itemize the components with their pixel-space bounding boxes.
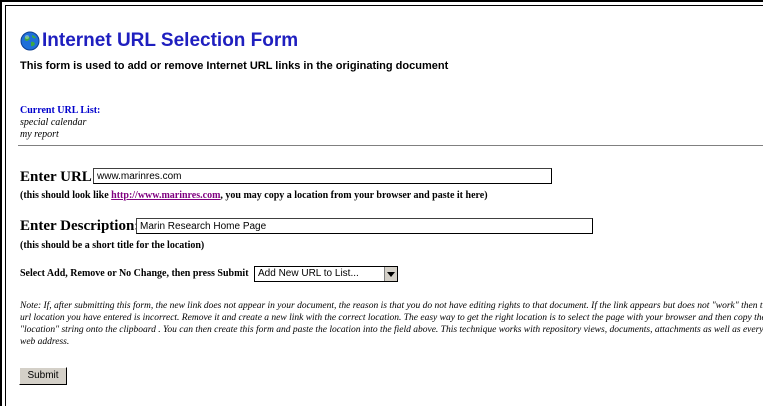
url-input[interactable]: www.marinres.com — [93, 168, 552, 184]
description-label: Enter Description: — [20, 218, 140, 234]
divider — [18, 145, 763, 146]
globe-icon — [20, 31, 40, 51]
url-hint: (this should look like http://www.marinr… — [20, 190, 488, 201]
example-url-link[interactable]: http://www.marinres.com — [111, 190, 220, 201]
description-input[interactable]: Marin Research Home Page — [136, 218, 593, 234]
current-url-item: my report — [20, 129, 59, 140]
action-label: Select Add, Remove or No Change, then pr… — [20, 268, 249, 279]
action-select[interactable]: Add New URL to List... — [254, 266, 398, 282]
description-hint: (this should be a short title for the lo… — [20, 240, 205, 251]
current-url-item: special calendar — [20, 117, 87, 128]
page-header: Internet URL Selection Form — [20, 30, 298, 52]
submit-button[interactable]: Submit — [19, 367, 67, 385]
frame-inner-border-left — [5, 5, 6, 406]
action-select-value: Add New URL to List... — [258, 268, 359, 279]
note-text: Note: If, after submitting this form, th… — [20, 301, 763, 347]
page-title: Internet URL Selection Form — [42, 30, 299, 51]
url-hint-suffix: , you may copy a location from your brow… — [220, 190, 488, 201]
frame-inner-border-top — [5, 5, 763, 6]
dropdown-arrow-icon[interactable] — [384, 267, 397, 281]
page-subtitle: This form is used to add or remove Inter… — [20, 60, 449, 72]
frame-border-left — [0, 0, 2, 406]
url-label: Enter URL: — [20, 169, 97, 185]
current-url-list-label: Current URL List: — [20, 105, 101, 116]
frame-border-top — [0, 0, 763, 2]
url-hint-prefix: (this should look like — [20, 190, 112, 201]
